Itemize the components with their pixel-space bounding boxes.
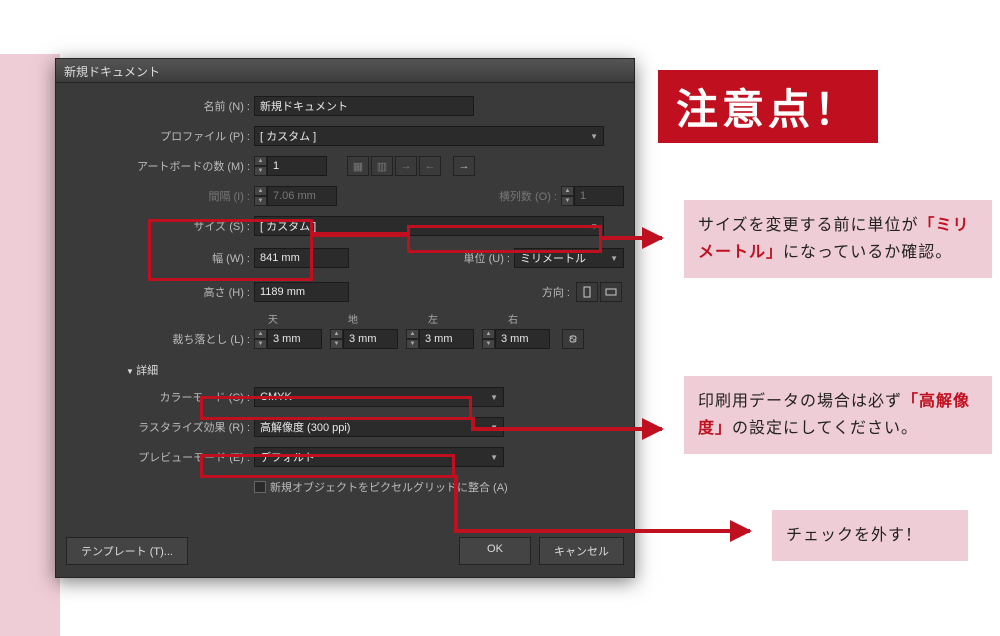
artboards-label: アートボードの数 (M) : [56,158,254,174]
arrow-2 [471,427,662,431]
profile-label: プロファイル (P) : [56,128,254,144]
arrange-right-icon: → [395,156,417,176]
arrow-right-icon[interactable]: → [453,156,475,176]
callout-note-3: チェックを外す！ [772,510,968,561]
height-label: 高さ (H) : [56,284,254,300]
name-label: 名前 (N) : [56,98,254,114]
grid-by-col-icon: ▥ [371,156,393,176]
dialog-title: 新規ドキュメント [64,65,160,79]
align-pixel-checkbox[interactable] [254,481,266,493]
colormode-label: カラーモード (C) : [56,389,254,405]
columns-stepper: ▲▼ [561,186,624,206]
page-accent-bg [0,54,60,636]
new-document-dialog: 新規ドキュメント 名前 (N) : プロファイル (P) : [ カスタム ] … [55,58,635,578]
cancel-button[interactable]: キャンセル [539,537,624,565]
columns-label: 横列数 (O) : [499,188,561,204]
height-input[interactable] [254,282,349,302]
bleed-left-stepper[interactable]: ▲▼ [406,329,474,349]
callout-note-1: サイズを変更する前に単位が「ミリメートル」になっているか確認。 [684,200,992,278]
ok-button[interactable]: OK [459,537,531,565]
colormode-select[interactable]: CMYK [254,387,504,407]
artboards-stepper[interactable]: ▲▼ [254,156,327,176]
highlight-connector [312,232,410,237]
callout-title: 注意点！ [658,70,878,143]
bleed-right-stepper[interactable]: ▲▼ [482,329,550,349]
width-input[interactable] [254,248,349,268]
orientation-label: 方向 : [542,284,576,300]
spacing-label: 間隔 (I) : [56,188,254,204]
preview-select[interactable]: デフォルト [254,447,504,467]
profile-select[interactable]: [ カスタム ] [254,126,604,146]
size-select[interactable]: [ カスタム ] [254,216,604,236]
units-label: 単位 (U) : [464,250,514,266]
link-icon[interactable] [562,329,584,349]
bleed-headers: 天 地 左 右 [268,311,624,326]
template-button[interactable]: テンプレート (T)... [66,537,188,565]
preview-label: プレビューモード (E) : [56,449,254,465]
callout-note-2: 印刷用データの場合は必ず「高解像度」の設定にしてください。 [684,376,992,454]
advanced-section-toggle[interactable]: 詳細 [126,362,624,378]
bleed-label: 裁ち落とし (L) : [56,331,254,347]
width-label: 幅 (W) : [56,250,254,266]
bleed-top-stepper[interactable]: ▲▼ [254,329,322,349]
spacing-stepper: ▲▼ [254,186,337,206]
raster-select[interactable]: 高解像度 (300 ppi) [254,417,504,437]
arrange-left-icon: ← [419,156,441,176]
bleed-bottom-stepper[interactable]: ▲▼ [330,329,398,349]
units-select[interactable]: ミリメートル [514,248,624,268]
align-pixel-label: 新規オブジェクトをピクセルグリッドに整合 (A) [270,479,508,495]
size-label: サイズ (S) : [56,218,254,234]
grid-by-row-icon: ▦ [347,156,369,176]
name-input[interactable] [254,96,474,116]
arrow-3 [454,529,750,533]
arrow-1 [602,236,662,240]
dialog-titlebar: 新規ドキュメント [56,59,634,83]
orientation-landscape-icon[interactable] [600,282,622,302]
arrow-3-stem [454,475,458,531]
orientation-portrait-icon[interactable] [576,282,598,302]
raster-label: ラスタライズ効果 (R) : [56,419,254,435]
